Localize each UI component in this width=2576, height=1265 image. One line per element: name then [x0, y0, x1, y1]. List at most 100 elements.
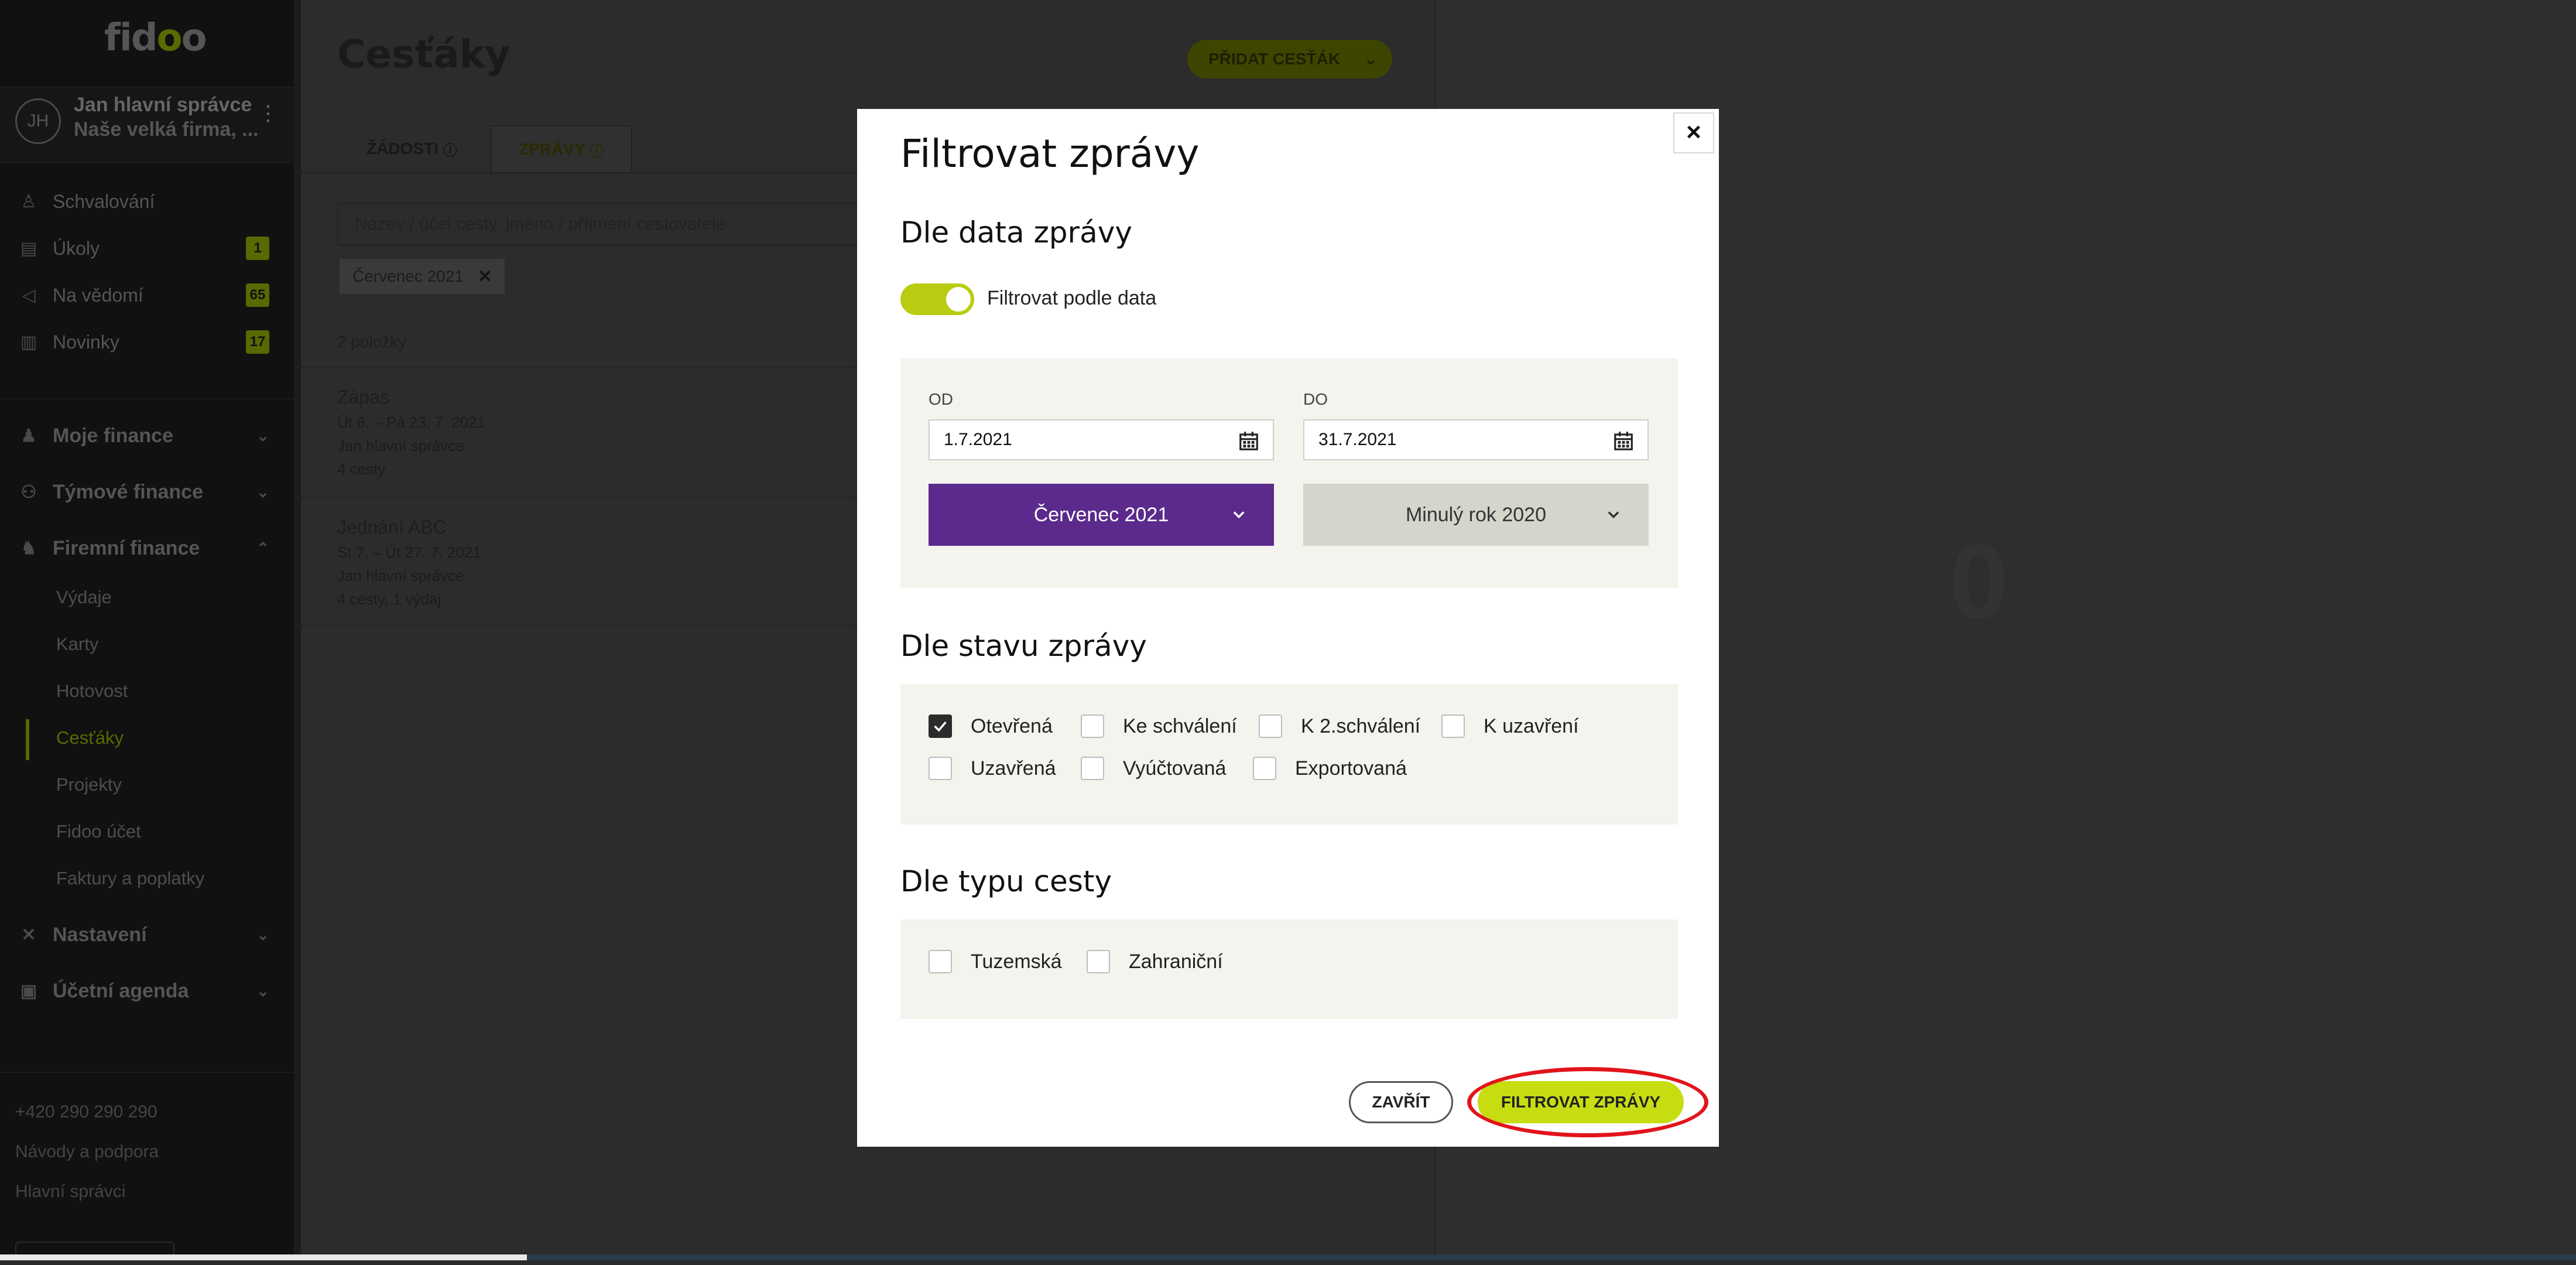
to-date-input[interactable]: 31.7.2021 — [1303, 419, 1649, 460]
checkbox[interactable] — [929, 714, 952, 738]
sidebar-item-label: Schvalování — [53, 190, 155, 212]
team-icon: ⚇ — [20, 482, 37, 502]
admins-link[interactable]: Hlavní správci — [15, 1182, 125, 1202]
user-company: Naše velká firma, ... — [74, 118, 259, 141]
checkbox-label: K uzavření — [1484, 714, 1579, 737]
checkbox-zahranicni[interactable]: Zahraniční — [1087, 950, 1223, 973]
checkbox[interactable] — [1259, 714, 1282, 738]
row-person: Jan hlavní správce — [337, 437, 464, 454]
sidebar-group-label: Účetní agenda — [53, 979, 189, 1002]
checkbox[interactable] — [1081, 714, 1104, 738]
sidebar-group-ucetni-agenda[interactable]: ▣ Účetní agenda ⌄ — [18, 973, 269, 1008]
add-trip-label: PŘIDAT CESŤÁK — [1208, 50, 1341, 68]
row-meta: 4 cesty, 1 výdaj — [337, 590, 441, 608]
chevron-down-icon: ⌄ — [256, 925, 269, 943]
checkbox[interactable] — [929, 950, 952, 973]
checkbox[interactable] — [1253, 757, 1276, 780]
empty-state-illustration: 0 — [1950, 523, 2009, 641]
count-badge: 17 — [246, 330, 269, 354]
divider — [0, 398, 294, 399]
highlight-annotation — [1467, 1067, 1708, 1137]
checkbox-label: Ke schválení — [1123, 714, 1237, 737]
sidebar-subitem-cestaky[interactable]: Cesťáky — [56, 714, 124, 761]
sidebar-subitem-hotovost[interactable]: Hotovost — [56, 668, 128, 714]
chevron-down-icon: ⌄ — [1364, 50, 1377, 68]
row-dates: St 7. – Út 27. 7. 2021 — [337, 543, 481, 561]
checkbox-label: Otevřená — [971, 714, 1053, 737]
sidebar-item-label: Na vědomí — [53, 284, 143, 306]
help-link[interactable]: Návody a podpora — [15, 1142, 159, 1162]
footer-button[interactable] — [15, 1242, 174, 1265]
tab-zpravy[interactable]: ZPRÁVY ⓘ — [491, 125, 632, 172]
info-icon: ⓘ — [590, 143, 604, 159]
sidebar-subitem-fidoo-ucet[interactable]: Fidoo účet — [56, 808, 141, 855]
chevron-down-icon: ⌄ — [256, 426, 269, 445]
tab-label: ZPRÁVY — [519, 140, 585, 158]
checkbox-k-2-schvaleni[interactable]: K 2.schválení — [1259, 714, 1420, 738]
sidebar-item-schvalovani[interactable]: ♙ Schvalování — [18, 184, 269, 219]
checkbox-otevrena[interactable]: Otevřená — [929, 714, 1053, 738]
checkbox-ke-schvaleni[interactable]: Ke schválení — [1081, 714, 1237, 738]
sidebar-subitem-projekty[interactable]: Projekty — [56, 761, 122, 808]
checkbox-label: Zahraniční — [1129, 950, 1223, 973]
from-date-input[interactable]: 1.7.2021 — [929, 419, 1274, 460]
year-select[interactable]: Minulý rok 2020 — [1303, 484, 1649, 546]
date-filter-toggle[interactable] — [900, 283, 974, 315]
company-icon: ♞ — [20, 538, 37, 558]
checkbox-exportovana[interactable]: Exportovaná — [1253, 757, 1407, 780]
checkbox-uzavrena[interactable]: Uzavřená — [929, 757, 1056, 780]
checkbox-vyuctovana[interactable]: Vyúčtovaná — [1081, 757, 1226, 780]
checkmark-icon — [934, 721, 947, 732]
checkbox[interactable] — [1441, 714, 1465, 738]
month-select-value: Červenec 2021 — [1033, 503, 1169, 526]
checkbox[interactable] — [1081, 757, 1104, 780]
sidebar-subitem-karty[interactable]: Karty — [56, 621, 98, 668]
tab-zadosti[interactable]: ŽÁDOSTI ⓘ — [340, 125, 484, 172]
active-indicator — [26, 719, 29, 760]
avatar[interactable]: JH — [15, 98, 61, 144]
close-button[interactable]: ZAVŘÍT — [1349, 1081, 1453, 1123]
sidebar-item-ukoly[interactable]: ▤ Úkoly 1 — [18, 231, 269, 266]
filter-chip[interactable]: Červenec 2021 ✕ — [340, 259, 505, 294]
sidebar-group-label: Týmové finance — [53, 480, 203, 503]
sidebar-group-label: Moje finance — [53, 424, 173, 447]
checkbox-label: K 2.schválení — [1301, 714, 1421, 737]
support-phone[interactable]: +420 290 290 290 — [15, 1102, 157, 1122]
checkbox-k-uzavreni[interactable]: K uzavření — [1441, 714, 1579, 738]
row-title: Zápas — [337, 387, 389, 408]
checkbox-tuzemska[interactable]: Tuzemská — [929, 950, 1062, 973]
sidebar-group-nastaveni[interactable]: ✕ Nastavení ⌄ — [18, 917, 269, 952]
sidebar-group-tymove-finance[interactable]: ⚇ Týmové finance ⌄ — [18, 474, 269, 510]
checkbox[interactable] — [1087, 950, 1110, 973]
sidebar-group-moje-finance[interactable]: ♟ Moje finance ⌄ — [18, 418, 269, 453]
sidebar-subitem-vydaje[interactable]: Výdaje — [56, 574, 112, 621]
toggle-knob — [946, 287, 971, 312]
chevron-up-icon: ⌃ — [256, 539, 269, 557]
sidebar-item-na-vedomi[interactable]: ◁ Na vědomí 65 — [18, 278, 269, 313]
sidebar-item-novinky[interactable]: ▥ Novinky 17 — [18, 324, 269, 360]
add-trip-button[interactable]: PŘIDAT CESŤÁK ⌄ — [1187, 40, 1392, 78]
close-dialog-button[interactable]: × — [1673, 112, 1714, 153]
book-icon: ▥ — [20, 332, 37, 352]
more-vertical-icon[interactable]: ⋮ — [258, 102, 279, 135]
checkbox[interactable] — [929, 757, 952, 780]
checkbox-label: Uzavřená — [971, 757, 1056, 779]
from-date-value: 1.7.2021 — [944, 430, 1012, 449]
clipboard-icon: ▤ — [20, 238, 37, 258]
person-icon: ♟ — [20, 426, 37, 446]
close-icon: × — [1686, 118, 1701, 146]
sidebar-item-label: Novinky — [53, 331, 119, 353]
sidebar-subitem-faktury[interactable]: Faktury a poplatky — [56, 855, 204, 902]
sidebar-group-label: Nastavení — [53, 923, 147, 946]
close-icon[interactable]: ✕ — [478, 266, 492, 287]
sidebar-group-firemni-finance[interactable]: ♞ Firemní finance ⌃ — [18, 531, 269, 566]
chevron-down-icon — [1608, 511, 1619, 519]
info-icon: ⓘ — [443, 142, 457, 159]
accounting-icon: ▣ — [20, 981, 37, 1001]
row-dates: Út 6. – Pá 23. 7. 2021 — [337, 413, 485, 431]
count-badge: 65 — [246, 283, 269, 307]
calendar-icon[interactable] — [1238, 430, 1260, 452]
fidoo-logo[interactable]: fidoo — [104, 18, 207, 59]
calendar-icon[interactable] — [1612, 430, 1635, 452]
month-select[interactable]: Červenec 2021 — [929, 484, 1274, 546]
